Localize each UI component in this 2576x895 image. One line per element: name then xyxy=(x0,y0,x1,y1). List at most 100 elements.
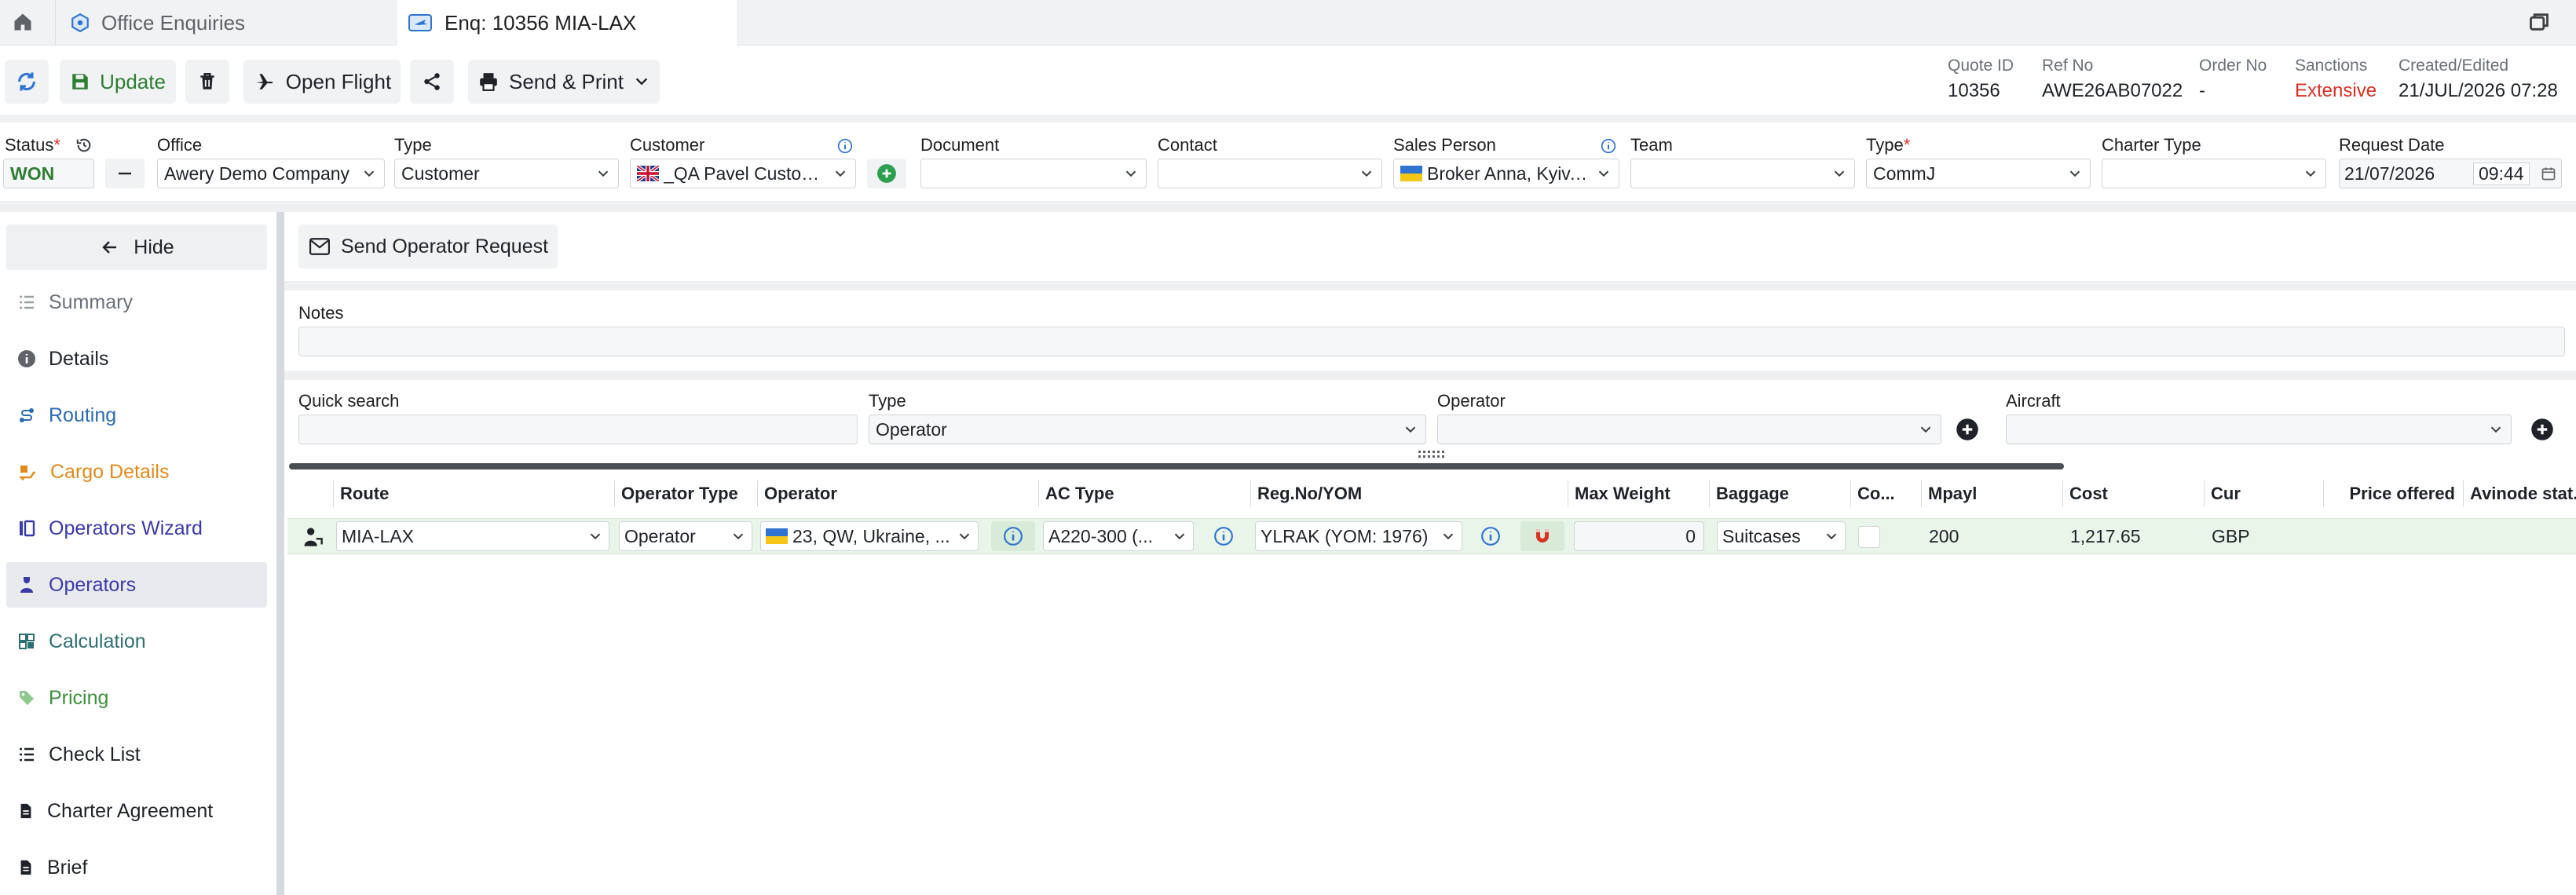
tab-bar: Office Enquiries Enq: 10356 MIA-LAX xyxy=(0,0,2576,46)
notes-field[interactable] xyxy=(298,327,2565,356)
sidebar-item-label: Check List xyxy=(49,743,141,765)
update-button[interactable]: Update xyxy=(60,60,176,104)
minus-icon xyxy=(119,172,131,175)
sidebar-resizer[interactable] xyxy=(276,212,284,895)
tab-label: Enq: 10356 MIA-LAX xyxy=(445,10,637,35)
document-select[interactable] xyxy=(920,159,1147,188)
contact-select[interactable] xyxy=(1158,159,1382,188)
route-value: MIA-LAX xyxy=(342,525,415,546)
sanctions-value[interactable]: Extensive xyxy=(2295,80,2377,102)
quick-search-input[interactable] xyxy=(298,415,858,444)
sidebar-item-check-list[interactable]: Check List xyxy=(6,732,267,777)
magnet-button[interactable] xyxy=(1520,521,1564,551)
operator-select[interactable]: 23, QW, Ukraine, ... xyxy=(760,521,979,551)
sidebar-item-charter-agreement[interactable]: Charter Agreement xyxy=(6,788,267,834)
sidebar-item-label: Details xyxy=(49,347,109,370)
info-icon[interactable] xyxy=(1601,138,1616,154)
column-header-mpayl[interactable]: Mpayl xyxy=(1921,480,2067,507)
column-header-route[interactable]: Route xyxy=(333,480,613,507)
info-icon[interactable] xyxy=(837,138,853,154)
column-header-max-weight[interactable]: Max Weight xyxy=(1568,480,1709,507)
restore-window-icon[interactable] xyxy=(2527,11,2554,35)
charter-type-select[interactable] xyxy=(2102,159,2326,188)
meta-value: 21/JUL/2026 07:28 xyxy=(2399,80,2558,101)
ua-flag-icon xyxy=(1400,166,1422,181)
add-aircraft-button[interactable] xyxy=(2530,418,2554,441)
route-select[interactable]: MIA-LAX xyxy=(336,521,609,551)
column-header-reg[interactable]: Reg.No/YOM xyxy=(1250,480,1566,507)
filter-aircraft-select[interactable] xyxy=(2006,415,2512,444)
request-time-value[interactable]: 09:44 xyxy=(2473,162,2530,185)
sidebar-item-operators-wizard[interactable]: Operators Wizard xyxy=(6,506,267,551)
send-print-button[interactable]: Send & Print xyxy=(468,60,660,104)
envelope-icon xyxy=(309,238,330,255)
operator-info-button[interactable] xyxy=(991,521,1035,551)
filter-type-select[interactable]: Operator xyxy=(869,415,1426,444)
column-header-operator[interactable]: Operator xyxy=(757,480,1041,507)
request-date-field[interactable]: 21/07/2026 09:44 xyxy=(2339,159,2562,188)
team-select[interactable] xyxy=(1630,159,1855,188)
column-header-baggage[interactable]: Baggage xyxy=(1709,480,1850,507)
column-header-cur[interactable]: Cur xyxy=(2204,480,2322,507)
column-header-avinode-status[interactable]: Avinode stat... xyxy=(2463,480,2576,507)
chevron-down-icon xyxy=(1826,533,1837,540)
hide-sidebar-button[interactable]: Hide xyxy=(6,225,267,270)
delete-button[interactable] xyxy=(185,60,229,104)
open-flight-button[interactable]: Open Flight xyxy=(243,60,401,104)
history-icon[interactable] xyxy=(75,137,93,154)
collapse-button[interactable] xyxy=(105,159,145,188)
document-label: Document xyxy=(920,135,1000,155)
reg-select[interactable]: YLRAK (YOM: 1976) xyxy=(1255,521,1462,551)
send-operator-request-button[interactable]: Send Operator Request xyxy=(298,225,558,268)
meta-value: 10356 xyxy=(1948,80,2000,101)
filter-operator-select[interactable] xyxy=(1437,415,1941,444)
status-field[interactable]: WON xyxy=(3,159,94,188)
open-flight-label: Open Flight xyxy=(285,69,392,93)
chevron-down-icon xyxy=(1834,170,1845,177)
column-header-co[interactable]: Co... xyxy=(1850,480,1924,507)
refresh-button[interactable] xyxy=(5,60,49,104)
sidebar-item-pricing[interactable]: Pricing xyxy=(6,675,267,721)
document-icon xyxy=(20,860,31,875)
operator-type-select[interactable]: Operator xyxy=(619,521,752,551)
add-customer-button[interactable] xyxy=(867,159,906,188)
tab-enquiry[interactable]: Enq: 10356 MIA-LAX xyxy=(397,0,737,46)
chevron-down-icon xyxy=(733,533,744,540)
ac-type-select[interactable]: A220-300 (... xyxy=(1043,521,1194,551)
wizard-icon xyxy=(20,520,35,537)
add-operator-button[interactable] xyxy=(1956,418,1979,441)
splitter-handle[interactable] xyxy=(1418,451,1445,458)
tab-office-enquiries[interactable]: Office Enquiries xyxy=(55,0,393,46)
operator-icon xyxy=(20,577,33,593)
type2-select[interactable]: CommJ xyxy=(1866,159,2091,188)
column-header-ac-type[interactable]: AC Type xyxy=(1038,480,1249,507)
home-icon[interactable] xyxy=(11,11,39,35)
horizontal-scrollbar[interactable] xyxy=(289,463,2064,469)
max-weight-input[interactable]: 0 xyxy=(1574,521,1704,551)
reg-info-button[interactable] xyxy=(1469,521,1513,551)
type-select[interactable]: Customer xyxy=(394,159,619,188)
column-header-cost[interactable]: Cost xyxy=(2062,480,2204,507)
baggage-select[interactable]: Suitcases xyxy=(1717,521,1846,551)
customer-select[interactable]: _QA Pavel Custom... xyxy=(630,159,856,188)
sidebar-item-summary[interactable]: Summary xyxy=(6,279,267,325)
office-select[interactable]: Awery Demo Company xyxy=(157,159,385,188)
sidebar-item-brief[interactable]: Brief xyxy=(6,845,267,890)
column-header-price-offered[interactable]: Price offered xyxy=(2323,480,2463,507)
sidebar-item-calculation[interactable]: Calculation xyxy=(6,619,267,664)
sales-person-select[interactable]: Broker Anna, Kyiv, ... xyxy=(1393,159,1619,188)
magnet-icon xyxy=(1536,529,1549,542)
sidebar-item-operators[interactable]: Operators xyxy=(6,562,267,608)
ua-flag-icon xyxy=(766,528,788,544)
ac-type-info-button[interactable] xyxy=(1202,521,1246,551)
co-checkbox[interactable] xyxy=(1858,526,1880,548)
share-button[interactable] xyxy=(410,60,454,104)
operator-row-icon[interactable] xyxy=(302,526,324,548)
chevron-down-icon xyxy=(598,170,609,177)
baggage-value: Suitcases xyxy=(1722,525,1801,546)
sidebar-item-routing[interactable]: Routing xyxy=(6,393,267,438)
sidebar-item-cargo-details[interactable]: Cargo Details xyxy=(6,449,267,495)
charter-type-label: Charter Type xyxy=(2102,135,2201,155)
sidebar-item-details[interactable]: Details xyxy=(6,336,267,382)
column-header-operator-type[interactable]: Operator Type xyxy=(614,480,757,507)
